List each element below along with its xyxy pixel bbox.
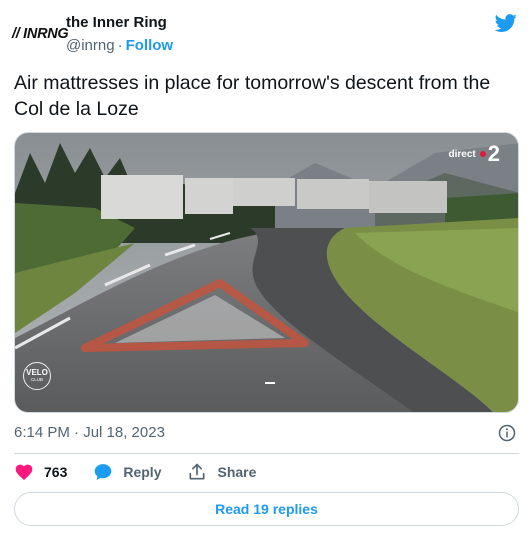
reply-bubble-icon <box>95 464 112 480</box>
tweet-header: // INRNG the Inner Ring @inrng · Follow <box>0 0 532 66</box>
video-scrub-indicator[interactable] <box>265 382 275 384</box>
info-icon[interactable] <box>498 424 516 442</box>
like-count: 763 <box>44 464 68 480</box>
video-frame <box>15 133 518 412</box>
author-meta: @inrng · Follow <box>66 36 173 56</box>
velo-logo-line2: CLUB <box>30 377 43 382</box>
avatar[interactable]: // INRNG <box>12 14 69 54</box>
meta-separator: · <box>117 37 123 54</box>
action-bar: 763 Reply Share <box>14 462 282 482</box>
tweet-text: Air mattresses in place for tomorrow's d… <box>14 72 491 120</box>
tweet-media-video[interactable]: direct 2 VELO CLUB <box>14 132 519 413</box>
twitter-bird-icon[interactable] <box>494 12 518 34</box>
author-handle[interactable]: @inrng <box>66 37 115 54</box>
velo-club-logo: VELO CLUB <box>23 362 51 390</box>
share-button[interactable]: Share <box>187 462 256 482</box>
author-block: the Inner Ring @inrng · Follow <box>66 14 173 56</box>
divider <box>14 453 519 454</box>
reply-button[interactable]: Reply <box>93 462 161 482</box>
channel-live-label: direct <box>448 148 476 160</box>
live-dot-icon <box>479 151 486 157</box>
share-icon <box>189 463 205 480</box>
read-replies-button[interactable]: Read 19 replies <box>14 492 519 526</box>
channel-logo: direct 2 <box>449 143 500 165</box>
author-name[interactable]: the Inner Ring <box>66 14 173 32</box>
reply-label: Reply <box>123 464 162 480</box>
velo-logo-line1: VELO <box>26 368 48 377</box>
tweet-timestamp[interactable]: 6:14 PM · Jul 18, 2023 <box>14 424 165 441</box>
share-label: Share <box>217 464 257 480</box>
heart-icon <box>15 464 33 480</box>
like-button[interactable]: 763 <box>14 462 67 482</box>
avatar-logo-text: // INRNG <box>12 26 69 42</box>
follow-button[interactable]: Follow <box>126 37 174 54</box>
channel-number: 2 <box>487 141 500 166</box>
